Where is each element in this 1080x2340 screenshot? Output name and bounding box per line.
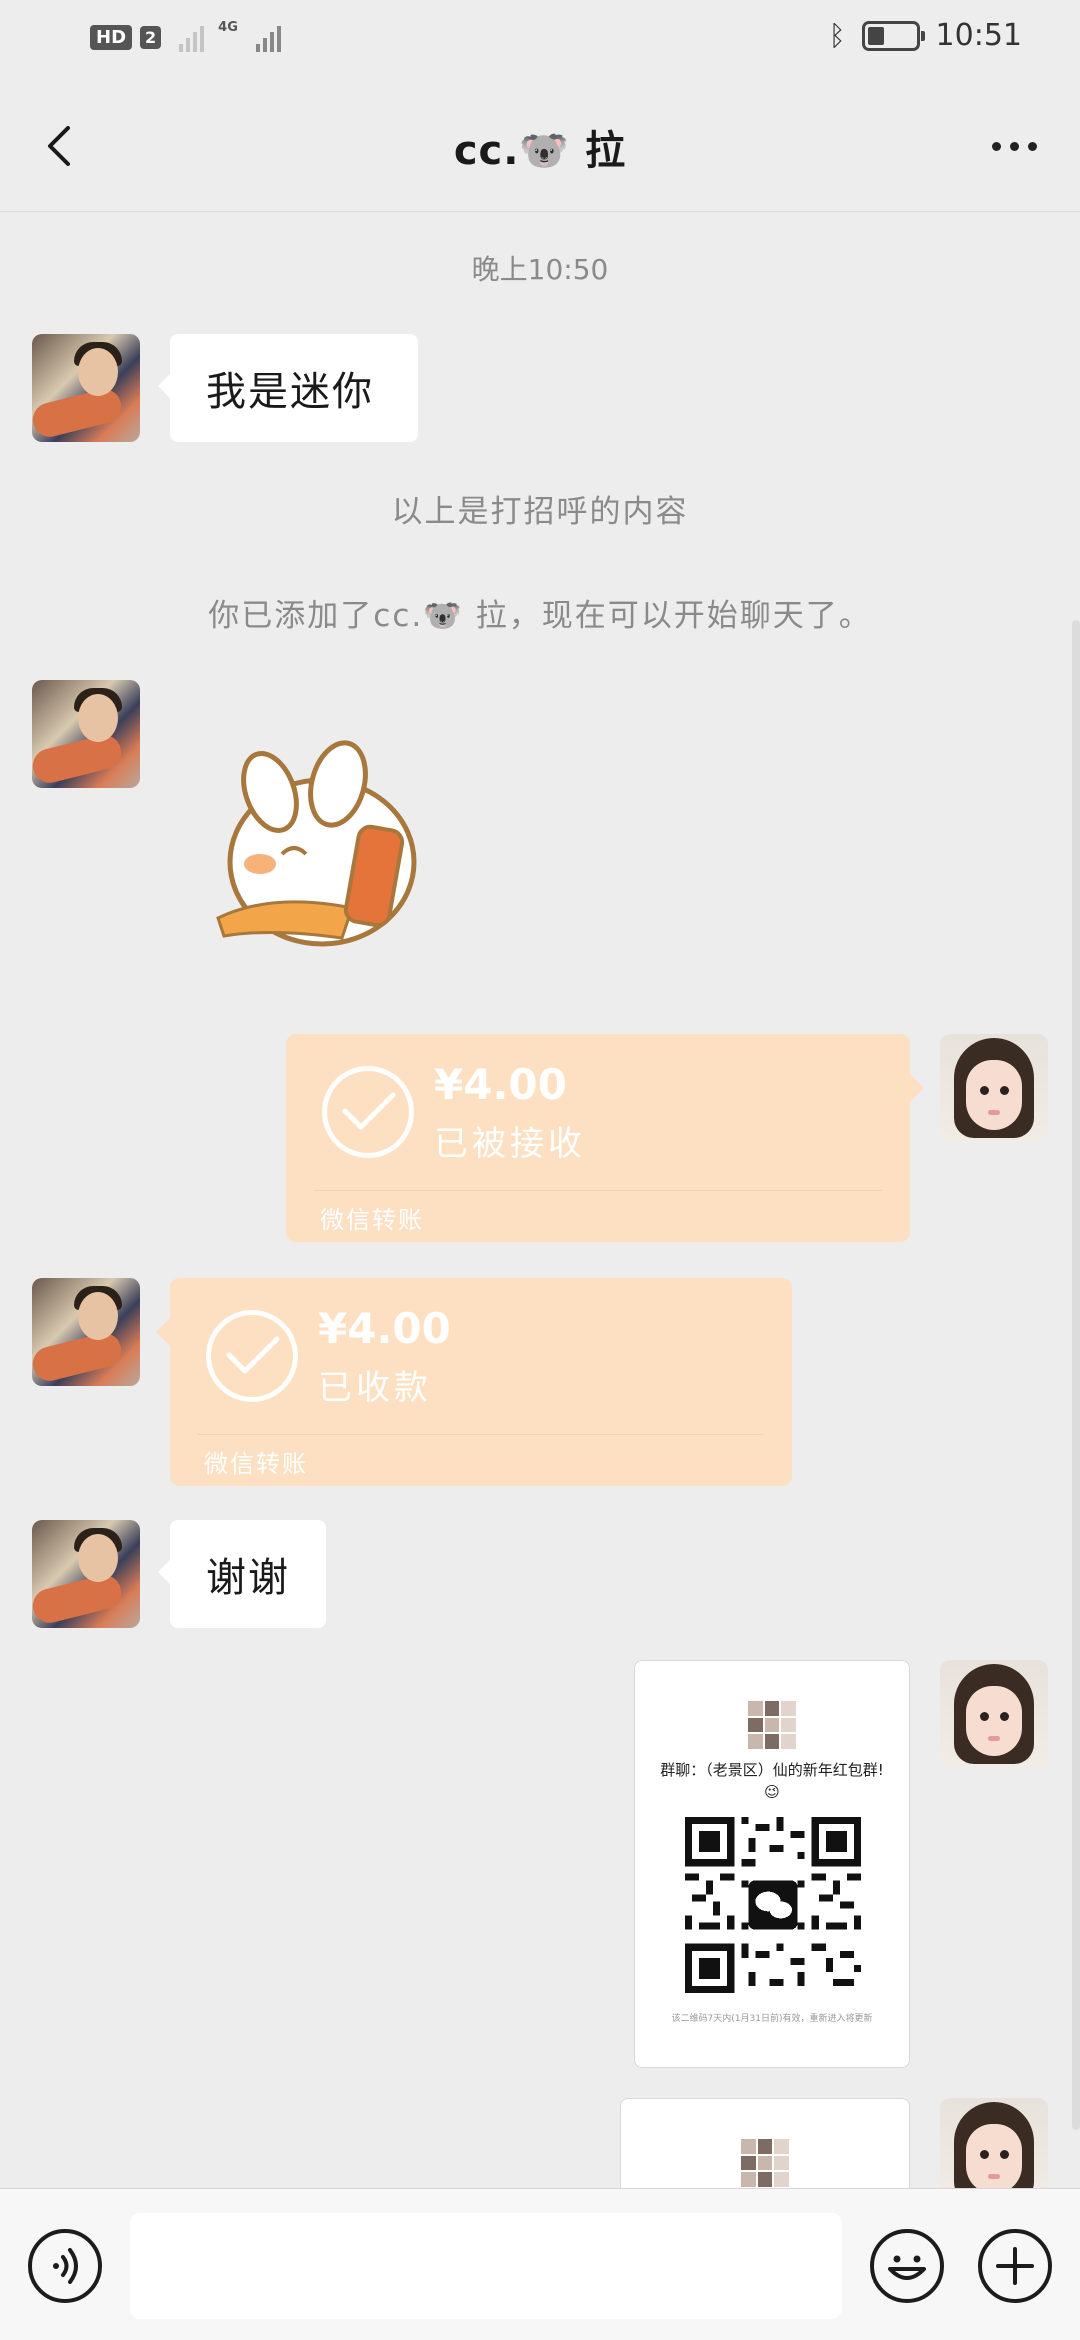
friend-avatar[interactable] <box>32 334 140 442</box>
message-bubble-greeting[interactable]: 我是迷你 <box>158 334 418 442</box>
input-bar <box>0 2188 1080 2340</box>
check-icon <box>322 1066 414 1158</box>
qr-card-note: 该二维码7天内(1月31日前)有效，重新进入将更新 <box>671 2014 873 2024</box>
my-avatar[interactable] <box>940 1034 1048 1142</box>
status-bar: HD 2 4G ᛒ 10:51 <box>0 0 1080 80</box>
divider <box>314 1190 882 1191</box>
friend-avatar[interactable] <box>32 680 140 788</box>
friend-avatar[interactable] <box>32 1278 140 1386</box>
group-qr-card[interactable] <box>620 2098 910 2188</box>
status-left: HD 2 4G <box>90 19 281 52</box>
divider <box>198 1434 764 1435</box>
transfer-label: 微信转账 <box>320 1206 424 1234</box>
chat-header: cc.🐨 拉 <box>0 80 1080 212</box>
qr-card-title: 群聊：（老景区）仙的新年红包群!😉 <box>660 1761 884 1801</box>
message-list[interactable]: 晚上10:50 我是迷你 以上是打招呼的内容 你已添加了cc.🐨 拉，现在可以开… <box>0 212 1080 2188</box>
voice-icon <box>53 2248 78 2284</box>
sim-badge: 2 <box>140 25 162 49</box>
transfer-status: 已被接收 <box>434 1124 586 1164</box>
network-type: 4G <box>218 19 238 35</box>
my-avatar[interactable] <box>940 2098 1048 2188</box>
status-time: 10:51 <box>935 18 1022 53</box>
voice-button[interactable] <box>28 2229 102 2303</box>
transfer-label: 微信转账 <box>204 1450 308 1478</box>
message-bubble-thanks[interactable]: 谢谢 <box>158 1520 326 1628</box>
battery-icon <box>861 20 925 51</box>
scrollbar[interactable] <box>1072 620 1080 2130</box>
group-qr-card[interactable]: 群聊：（老景区）仙的新年红包群!😉 该二维码7天内(1月31日前)有效，重新进入… <box>634 1660 910 2068</box>
emoji-icon <box>888 2255 926 2280</box>
hd-badge: HD <box>90 24 133 50</box>
group-avatar <box>748 1701 796 1749</box>
transfer-received-card[interactable]: ¥4.00 已收款 微信转账 <box>156 1278 792 1486</box>
more-dots-icon <box>991 141 1001 151</box>
transfer-amount: ¥4.00 <box>434 1060 567 1109</box>
check-icon <box>206 1310 298 1402</box>
group-avatar <box>741 2139 789 2187</box>
status-right: ᛒ 10:51 <box>829 18 1022 53</box>
chat-title: cc.🐨 拉 <box>453 128 627 174</box>
my-avatar[interactable] <box>940 1660 1048 1768</box>
plus-button[interactable] <box>978 2229 1052 2303</box>
transfer-sent-card[interactable]: ¥4.00 已被接收 微信转账 <box>286 1034 924 1242</box>
more-button[interactable] <box>974 116 1054 176</box>
plus-icon <box>996 2247 1034 2285</box>
bluetooth-icon: ᛒ <box>828 19 846 52</box>
transfer-status: 已收款 <box>318 1368 432 1408</box>
message-input[interactable] <box>130 2213 842 2319</box>
message-time: 晚上10:50 <box>471 253 609 286</box>
greeting-note: 以上是打招呼的内容 <box>391 494 689 530</box>
qr-code-icon <box>685 1817 861 1993</box>
signal-off-icon <box>179 22 205 52</box>
transfer-amount: ¥4.00 <box>318 1304 451 1353</box>
friend-added-note: 你已添加了cc.🐨 拉，现在可以开始聊天了。 <box>208 598 872 634</box>
friend-avatar[interactable] <box>32 1520 140 1628</box>
bunny-sticker[interactable] <box>212 732 452 962</box>
emoji-button[interactable] <box>870 2229 944 2303</box>
signal-icon <box>255 22 281 52</box>
